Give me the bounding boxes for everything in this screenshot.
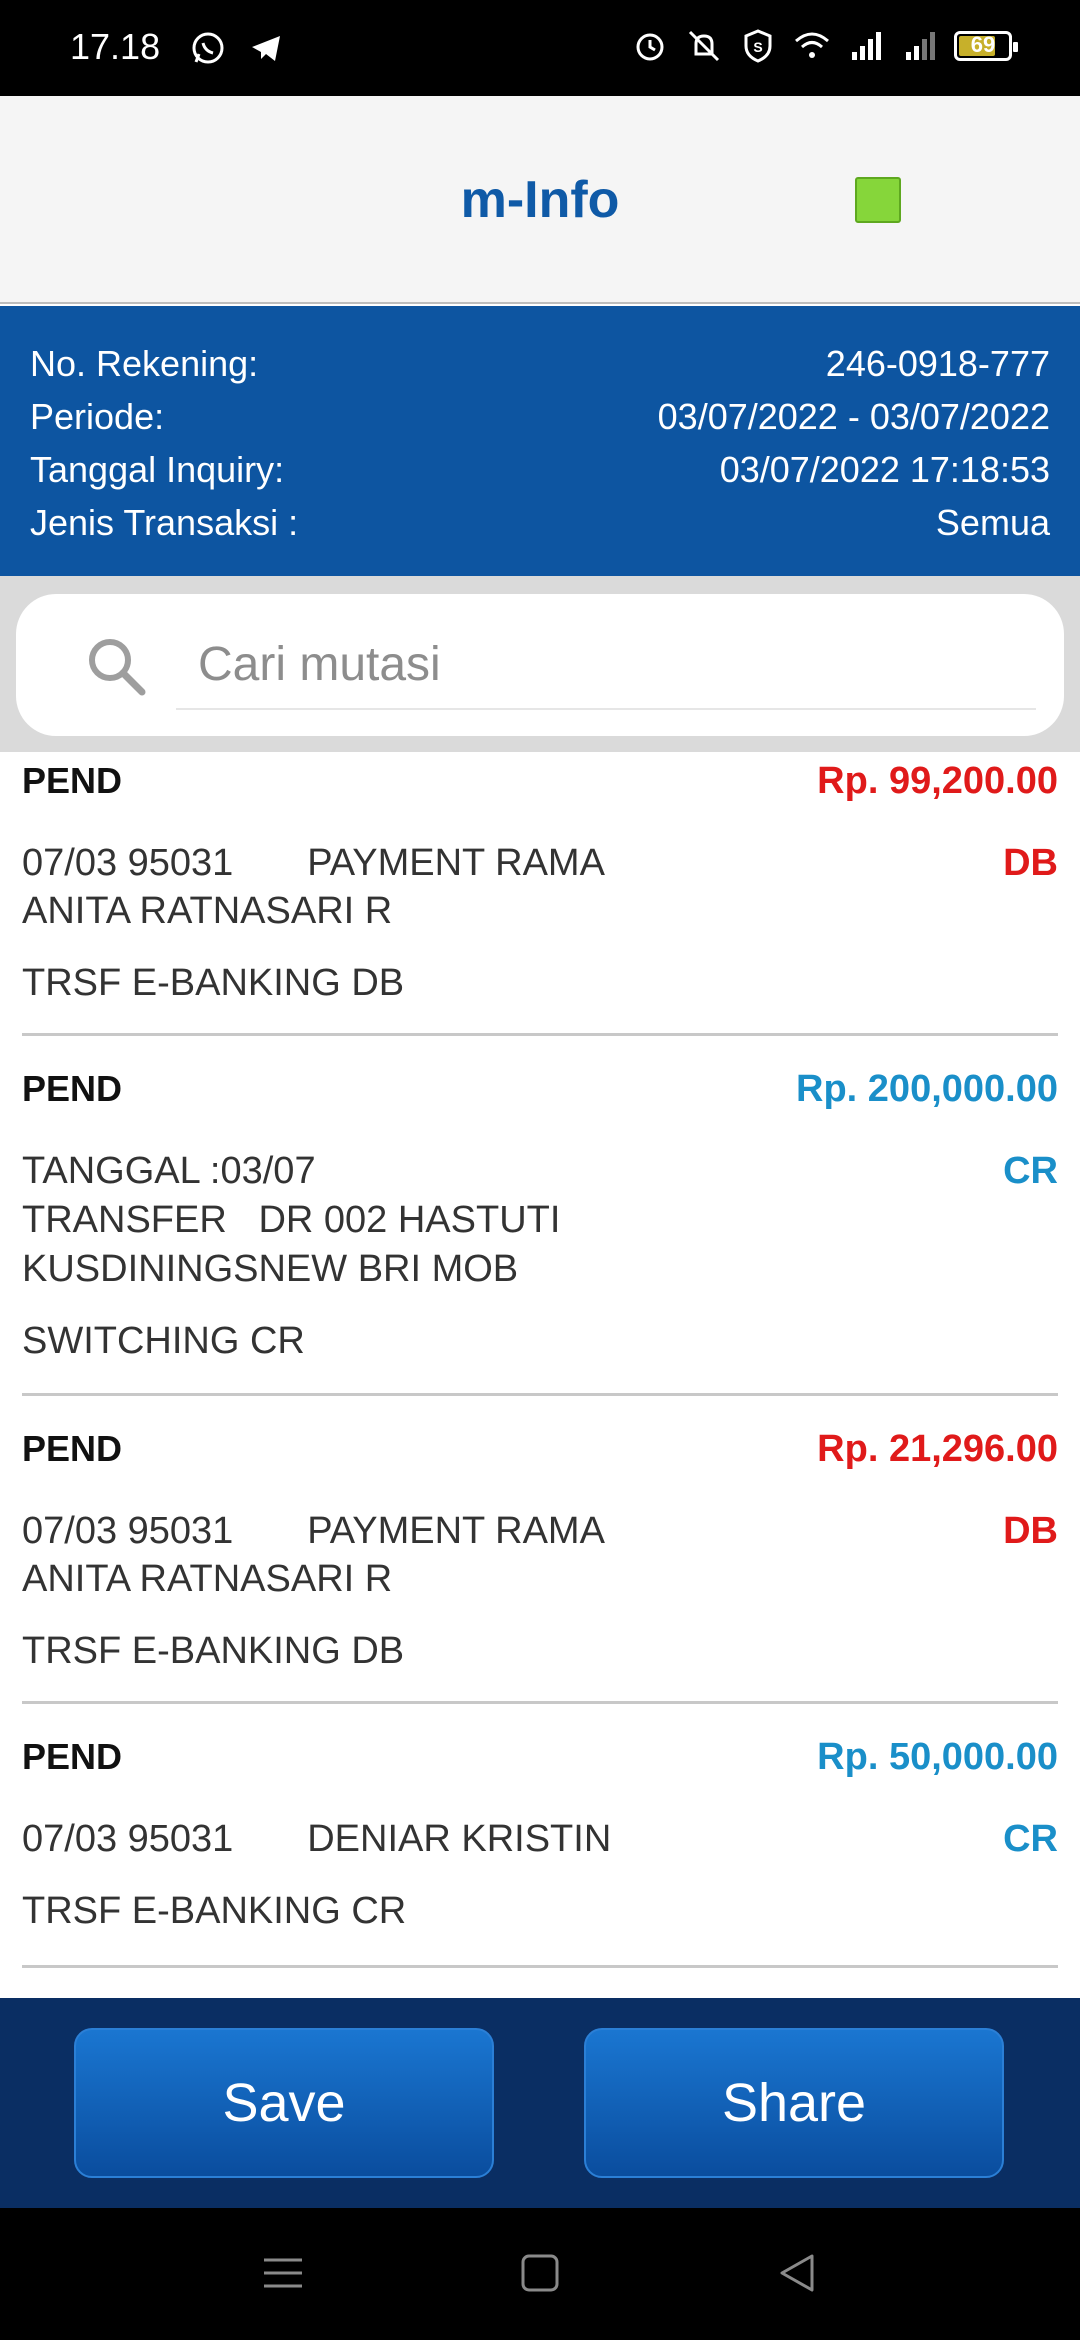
signal-icon: [852, 32, 881, 60]
transaction-desc-line: ANITA RATNASARI R: [22, 1558, 393, 1600]
transaction-type: DB: [1003, 1510, 1058, 1552]
transaction-desc-line: 07/03 95031 DENIAR KRISTIN: [22, 1818, 612, 1860]
transaction-desc-line: KUSDININGSNEW BRI MOB: [22, 1248, 519, 1290]
account-info-panel: No. Rekening: 246-0918-777 Periode: 03/0…: [0, 306, 1080, 576]
transaction-type-row: Jenis Transaksi : Semua: [30, 497, 1050, 549]
transaction-amount: Rp. 21,296.00: [817, 1428, 1058, 1470]
status-bar: 17.18 S 69: [0, 0, 1080, 96]
back-triangle-icon[interactable]: [772, 2248, 822, 2298]
home-square-icon[interactable]: [515, 2248, 565, 2298]
transaction-amount: Rp. 200,000.00: [796, 1068, 1058, 1110]
transaction-status: PEND: [22, 1736, 123, 1777]
transaction-item[interactable]: PEND Rp. 21,296.00 DB 07/03 95031 PAYMEN…: [22, 1420, 1058, 1704]
status-time: 17.18: [70, 26, 161, 67]
transaction-desc-line: TRANSFER DR 002 HASTUTI: [22, 1199, 561, 1241]
period-value: 03/07/2022 - 03/07/2022: [657, 396, 1050, 437]
transaction-amount: Rp. 50,000.00: [817, 1736, 1058, 1778]
action-bar: Save Share: [0, 1998, 1080, 2208]
battery-icon: 69: [954, 31, 1018, 61]
transaction-item[interactable]: PEND Rp. 99,200.00 DB 07/03 95031 PAYMEN…: [22, 752, 1058, 1036]
transaction-list[interactable]: PEND Rp. 99,200.00 DB 07/03 95031 PAYMEN…: [0, 752, 1080, 1998]
save-button[interactable]: Save: [74, 2028, 494, 2178]
period-row: Periode: 03/07/2022 - 03/07/2022: [30, 391, 1050, 443]
transaction-type: DB: [1003, 842, 1058, 884]
transaction-type: CR: [1003, 1818, 1058, 1860]
account-number-label: No. Rekening:: [30, 343, 259, 384]
mute-icon: [688, 30, 720, 62]
transaction-desc-line: TRSF E-BANKING CR: [22, 1890, 407, 1932]
signal-icon-2: [906, 32, 935, 60]
transaction-desc-line: 07/03 95031 PAYMENT RAMA: [22, 1510, 605, 1552]
account-number-value: 246-0918-777: [825, 343, 1050, 384]
svg-text:S: S: [753, 39, 762, 55]
account-number-row: No. Rekening: 246-0918-777: [30, 338, 1050, 390]
period-label: Periode:: [30, 396, 165, 437]
transaction-status: PEND: [22, 1068, 123, 1109]
transaction-item[interactable]: PEND Rp. 50,000.00 CR 07/03 95031 DENIAR…: [22, 1728, 1058, 1968]
status-indicator: [855, 177, 901, 223]
transaction-desc-line: TRSF E-BANKING DB: [22, 962, 405, 1004]
share-button[interactable]: Share: [584, 2028, 1004, 2178]
battery-tip: [1013, 42, 1018, 52]
inquiry-date-row: Tanggal Inquiry: 03/07/2022 17:18:53: [30, 444, 1050, 496]
inquiry-date-label: Tanggal Inquiry:: [30, 449, 285, 490]
search-icon: [89, 639, 146, 696]
alarm-icon: [636, 33, 664, 61]
transaction-amount: Rp. 99,200.00: [817, 760, 1058, 802]
transaction-desc-line: TRSF E-BANKING DB: [22, 1630, 405, 1672]
page-title: m-Info: [460, 171, 620, 229]
search-input[interactable]: [176, 620, 1036, 710]
transaction-desc-line: ANITA RATNASARI R: [22, 890, 393, 932]
search-area: [0, 576, 1080, 752]
telegram-icon: [252, 36, 280, 61]
status-left-icons: [188, 28, 286, 68]
transaction-status: PEND: [22, 1428, 123, 1469]
transaction-item[interactable]: PEND Rp. 200,000.00 CR TANGGAL :03/07 TR…: [22, 1060, 1058, 1396]
system-nav-bar: [0, 2208, 1080, 2340]
battery-level: 69: [970, 32, 996, 57]
transaction-type-value: Semua: [935, 502, 1050, 543]
shield-icon: S: [744, 29, 772, 63]
transaction-desc-line: SWITCHING CR: [22, 1320, 305, 1362]
inquiry-date-value: 03/07/2022 17:18:53: [719, 449, 1050, 490]
transaction-desc-line: 07/03 95031 PAYMENT RAMA: [22, 842, 605, 884]
whatsapp-icon: [192, 32, 224, 64]
status-right-icons: S 69: [630, 26, 1018, 66]
menu-icon[interactable]: [258, 2248, 308, 2298]
app-header: m-Info: [0, 96, 1080, 304]
transaction-desc-line: TANGGAL :03/07: [22, 1150, 316, 1192]
search-bar[interactable]: [16, 594, 1064, 736]
transaction-type-label: Jenis Transaksi :: [30, 502, 299, 543]
transaction-type: CR: [1003, 1150, 1058, 1192]
transaction-status: PEND: [22, 760, 123, 801]
wifi-icon: [795, 32, 829, 58]
